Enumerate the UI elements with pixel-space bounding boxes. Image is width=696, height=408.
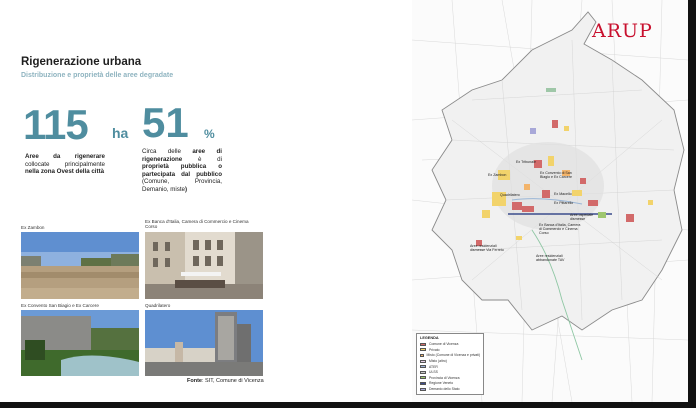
legend-rows: Comune di Vicenza Privato Misto (Comune di… bbox=[420, 342, 480, 392]
pct-desc-plain3: (Comune, Provincia, Demanio, miste bbox=[142, 178, 222, 193]
window-edge-bottom bbox=[0, 402, 696, 408]
legend-label: Misto (altro) bbox=[429, 359, 447, 364]
area-stat-value: 115 bbox=[23, 101, 89, 148]
page-title: Rigenerazione urbana bbox=[21, 56, 142, 68]
legend-label: Privato bbox=[429, 347, 440, 352]
map-label-0: Ex Tribunale bbox=[516, 160, 536, 164]
map-label-5: Ex Pittarello bbox=[554, 201, 574, 205]
source-text: : SIT, Comune di Vicenza bbox=[201, 378, 264, 384]
map-label-8: Aree residenziali dismesse Via Ferreto bbox=[470, 244, 504, 252]
legend-swatch bbox=[420, 359, 426, 363]
pct-stat-value: 51 bbox=[142, 99, 189, 146]
pct-desc-plain2: è di bbox=[182, 155, 222, 163]
photo-caption-ex-zambon: Ex Zambon bbox=[21, 225, 45, 230]
legend-swatch bbox=[420, 370, 426, 374]
arup-logo: ARUP bbox=[592, 20, 653, 42]
photo-ex-banca-italia bbox=[145, 232, 263, 299]
pct-stat-description: Circa delle aree di rigenerazione è di p… bbox=[142, 148, 222, 194]
source-note: Fonte: SIT, Comune di Vicenza bbox=[187, 378, 264, 384]
legend-label: ULSS bbox=[429, 370, 438, 375]
legend-swatch bbox=[420, 387, 426, 391]
map-label-6: Aree ospedale dismesse bbox=[570, 213, 594, 221]
legend-label: ATER bbox=[429, 364, 438, 369]
photo-quadrilatero bbox=[145, 310, 263, 376]
legend-swatch bbox=[420, 348, 426, 352]
legend-swatch bbox=[420, 353, 424, 357]
map-legend: LEGENDA Comune di Vicenza Privato Misto (C… bbox=[416, 333, 484, 395]
legend-label: Misto (Comune di Vicenza e privati) bbox=[426, 353, 480, 358]
legend-swatch bbox=[420, 342, 426, 346]
map-label-1: Ex Zambon bbox=[488, 173, 507, 177]
photo-ex-convento bbox=[21, 310, 139, 376]
legend-label: Provincia di Vicenza bbox=[429, 375, 460, 380]
legend-label: Demanio dello Stato bbox=[429, 387, 460, 392]
area-stat-unit: ha bbox=[112, 125, 129, 141]
photo-caption-ex-convento: Ex Convento San Biagio e Ex Carcere bbox=[21, 303, 99, 308]
legend-swatch bbox=[420, 381, 426, 385]
photo-ex-zambon bbox=[21, 232, 139, 299]
photo-caption-ex-banca-italia: Ex Banca d'Italia, Camera di Commercio e… bbox=[145, 219, 249, 230]
legend-title: LEGENDA bbox=[420, 336, 439, 340]
map-label-2: Ex Convento di San Biagio e Ex Carcere bbox=[540, 171, 572, 179]
legend-swatch bbox=[420, 376, 426, 380]
window-edge-right bbox=[688, 0, 696, 408]
legend-label: Comune di Vicenza bbox=[429, 342, 459, 347]
slide: Rigenerazione urbana Distribuzione e pro… bbox=[0, 0, 688, 402]
area-desc-plain: collocate principalmente bbox=[25, 160, 105, 168]
map-label-3: Quadrilatero bbox=[500, 193, 520, 197]
legend-item: Demanio dello Stato bbox=[420, 386, 480, 392]
area-desc-bold1: Aree da rigenerare bbox=[25, 153, 105, 160]
map-label-4: Ex Macello bbox=[554, 192, 572, 196]
pct-desc-plain1: Circa delle bbox=[142, 148, 193, 155]
page-subtitle: Distribuzione e proprietà delle aree deg… bbox=[21, 72, 174, 79]
map-label-9: Aree residenziali abbandonate TAV bbox=[536, 254, 565, 262]
pct-stat-unit: % bbox=[204, 127, 215, 141]
pct-desc-bold2: proprietà pubblica o partecipata dal pub… bbox=[142, 163, 222, 178]
legend-label: Regione Veneto bbox=[429, 381, 454, 386]
source-label: Fonte bbox=[187, 378, 202, 384]
area-desc-bold2: nella zona Ovest della città bbox=[25, 168, 105, 176]
legend-item: Misto (Comune di Vicenza e privati) bbox=[420, 353, 480, 359]
area-stat-description: Aree da rigenerare collocate principalme… bbox=[25, 153, 105, 176]
pct-desc-close: ) bbox=[184, 185, 188, 193]
legend-swatch bbox=[420, 365, 426, 369]
map-label-7: Ex Banca d'Italia, Camera di Commercio e… bbox=[539, 223, 581, 235]
photo-caption-quadrilatero: Quadrilatero bbox=[145, 303, 171, 308]
